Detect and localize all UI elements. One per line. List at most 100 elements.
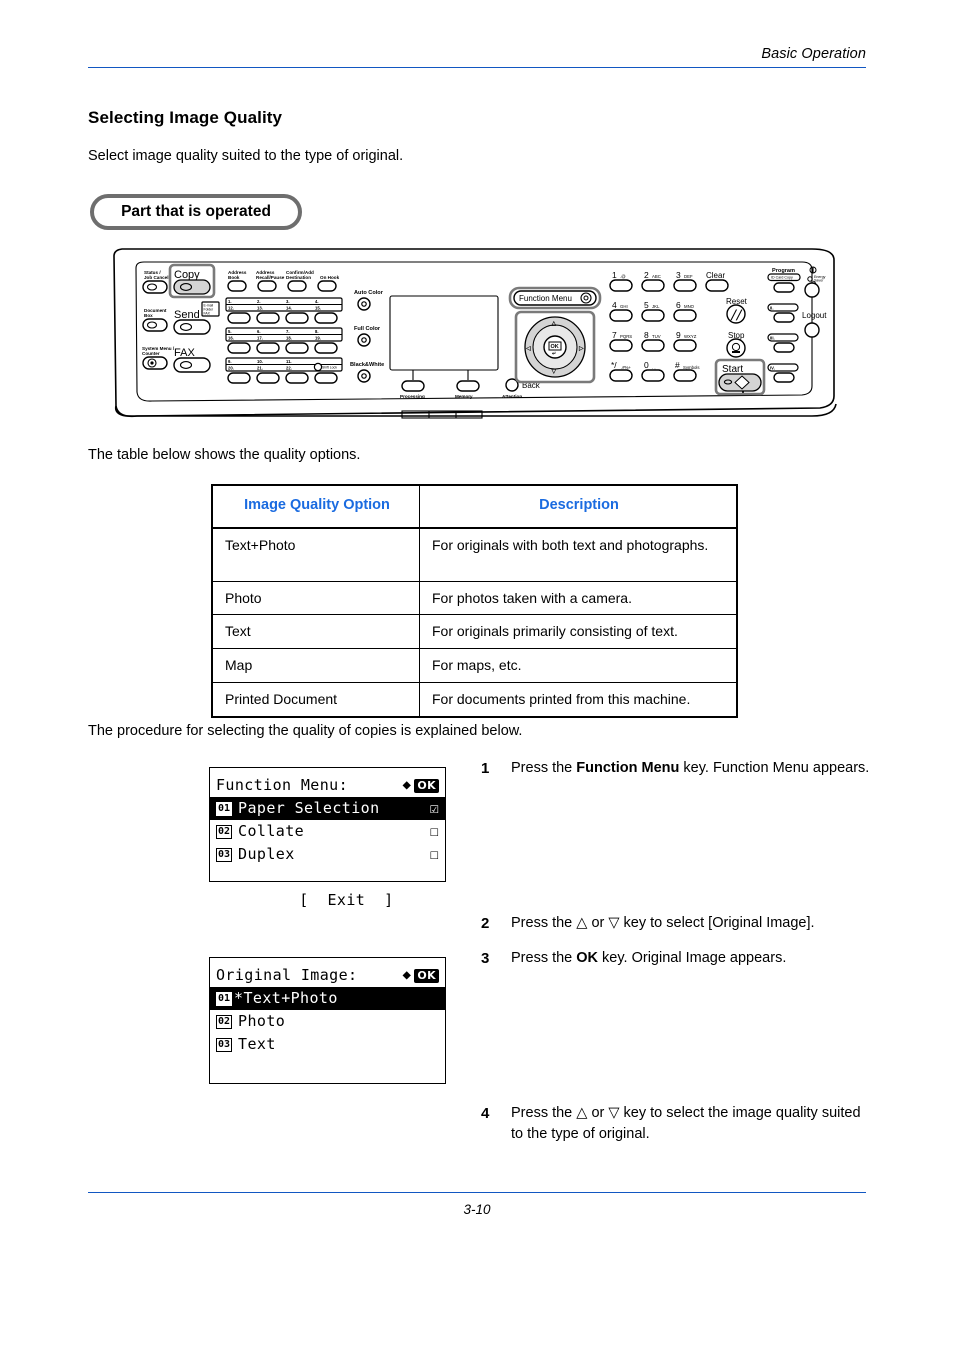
checked-box-icon: ☑ [429, 799, 439, 817]
cell-description: For maps, etc. [419, 648, 738, 684]
procedure-lead-text: The procedure for selecting the quality … [88, 723, 523, 739]
table-row: Printed Document For documents printed f… [211, 682, 738, 719]
svg-text:Auto Color: Auto Color [354, 290, 384, 296]
svg-text:21.: 21. [257, 366, 263, 371]
svg-text:19.: 19. [315, 336, 321, 341]
cell-option: Printed Document [211, 682, 420, 719]
svg-text:FAX: FAX [204, 312, 211, 316]
svg-text:*/: */ [611, 360, 617, 370]
step-4: 4 Press the △ or ▽ key to select the ima… [481, 1103, 871, 1145]
svg-text:Full Color: Full Color [354, 326, 381, 332]
svg-text:6.: 6. [257, 329, 261, 334]
svg-text:JKL: JKL [652, 304, 660, 309]
page-title: Selecting Image Quality [88, 108, 283, 127]
lcd-footer-row[interactable]: [ Exit ] [210, 866, 445, 909]
svg-text:Logout: Logout [802, 311, 827, 320]
column-header-description: Description [419, 484, 738, 529]
svg-text:22.: 22. [286, 366, 292, 371]
svg-text:9.: 9. [228, 359, 232, 364]
intro-text: Select image quality suited to the type … [88, 148, 404, 164]
svg-text:PQRS: PQRS [620, 334, 632, 339]
lcd-function-menu: Function Menu: ◆ OK 01 Paper Selection ☑… [209, 767, 446, 909]
svg-text:Box: Box [144, 313, 153, 318]
step-number: 2 [481, 915, 490, 932]
svg-text:↵: ↵ [552, 351, 556, 357]
lcd-item-row[interactable]: 02 Collate ☐ [210, 820, 445, 843]
svg-text:▽: ▽ [551, 369, 557, 375]
svg-text:△: △ [551, 320, 557, 327]
step-text: Press the OK key. Original Image appears… [511, 950, 787, 966]
svg-text:Symbols: Symbols [683, 365, 699, 370]
svg-text:Recall/Pause: Recall/Pause [256, 275, 285, 280]
page-number: 3-10 [463, 1202, 491, 1217]
lcd-item-row[interactable]: 01 Paper Selection ☑ [210, 797, 445, 820]
svg-text:WXYZ: WXYZ [684, 334, 697, 339]
svg-text:4.: 4. [315, 299, 319, 304]
lcd-item-row[interactable]: 01 *Text+Photo [210, 987, 445, 1010]
cell-description: For originals primarily consisting of te… [419, 614, 738, 650]
svg-text:11.: 11. [286, 359, 292, 364]
table-row: Map For maps, etc. [211, 648, 738, 684]
svg-text:Attention: Attention [502, 394, 522, 399]
step-text: Press the △ or ▽ key to select [Original… [511, 915, 815, 931]
footer-divider [88, 1192, 866, 1193]
lcd-title-row: Original Image: ◆ OK [210, 964, 445, 987]
svg-text:5: 5 [644, 300, 649, 310]
svg-text:18.: 18. [286, 336, 292, 341]
svg-text:8.: 8. [315, 329, 319, 334]
svg-text:TUV: TUV [652, 334, 661, 339]
lcd-item-row[interactable]: 03 Text [210, 1033, 445, 1056]
svg-text:DEF: DEF [684, 274, 693, 279]
svg-text:GHI: GHI [620, 304, 628, 309]
step-1: 1 Press the Function Menu key. Function … [481, 758, 871, 779]
svg-text:Send: Send [174, 309, 200, 321]
item-label: *Text+Photo [234, 989, 338, 1007]
svg-text:12.: 12. [228, 306, 234, 311]
svg-text:3.: 3. [286, 299, 290, 304]
svg-text:10.: 10. [257, 359, 263, 364]
step-bold-term: Function Menu [576, 760, 680, 776]
step-number: 4 [481, 1105, 490, 1122]
svg-text:2: 2 [644, 270, 649, 280]
svg-text:20.: 20. [228, 366, 234, 371]
svg-text:6: 6 [676, 300, 681, 310]
svg-text:Counter: Counter [142, 351, 160, 356]
svg-text:IV.: IV. [770, 366, 775, 371]
svg-text:8: 8 [644, 330, 649, 340]
exit-softkey[interactable]: [ Exit ] [299, 891, 393, 909]
unchecked-box-icon: ☐ [429, 845, 439, 863]
cell-option: Photo [211, 580, 420, 616]
svg-text:III.: III. [770, 336, 775, 341]
svg-text:7.: 7. [286, 329, 290, 334]
svg-text:Black&White: Black&White [350, 362, 384, 368]
control-panel-diagram: .ol { fill:none; stroke:#000; stroke-wid… [112, 246, 842, 424]
svg-text:Copy: Copy [174, 269, 200, 281]
part-that-is-operated-callout: Part that is operated [90, 194, 302, 230]
svg-text:◁: ◁ [525, 345, 531, 352]
header-title: Basic Operation [761, 46, 866, 62]
item-label: Paper Selection [238, 799, 380, 817]
table-row: Photo For photos taken with a camera. [211, 580, 738, 616]
svg-text:Job Cancel: Job Cancel [144, 275, 169, 280]
item-number: 02 [216, 824, 233, 839]
svg-text:17.: 17. [257, 336, 263, 341]
nav-diamond-icon: ◆ [402, 777, 412, 793]
item-number: 03 [216, 1037, 233, 1052]
svg-text:15.: 15. [315, 306, 321, 311]
lcd-original-image: Original Image: ◆ OK 01 *Text+Photo 02 P… [209, 957, 446, 1084]
item-number: 01 [216, 991, 233, 1006]
item-label: Duplex [238, 845, 295, 863]
callout-label: Part that is operated [121, 203, 271, 220]
svg-text:╱╱: ╱╱ [730, 309, 743, 321]
svg-text:Processing: Processing [400, 394, 425, 399]
lcd-item-row[interactable]: 03 Duplex ☐ [210, 843, 445, 866]
svg-text:13.: 13. [257, 306, 263, 311]
svg-text:7: 7 [612, 330, 617, 340]
table-row: Text+Photo For originals with both text … [211, 527, 738, 582]
cell-option: Text+Photo [211, 527, 420, 582]
step-2: 2 Press the △ or ▽ key to select [Origin… [481, 913, 871, 934]
item-number: 02 [216, 1014, 233, 1029]
step-3: 3 Press the OK key. Original Image appea… [481, 948, 871, 969]
lcd-item-row[interactable]: 02 Photo [210, 1010, 445, 1033]
svg-text:Saver: Saver [814, 279, 824, 283]
